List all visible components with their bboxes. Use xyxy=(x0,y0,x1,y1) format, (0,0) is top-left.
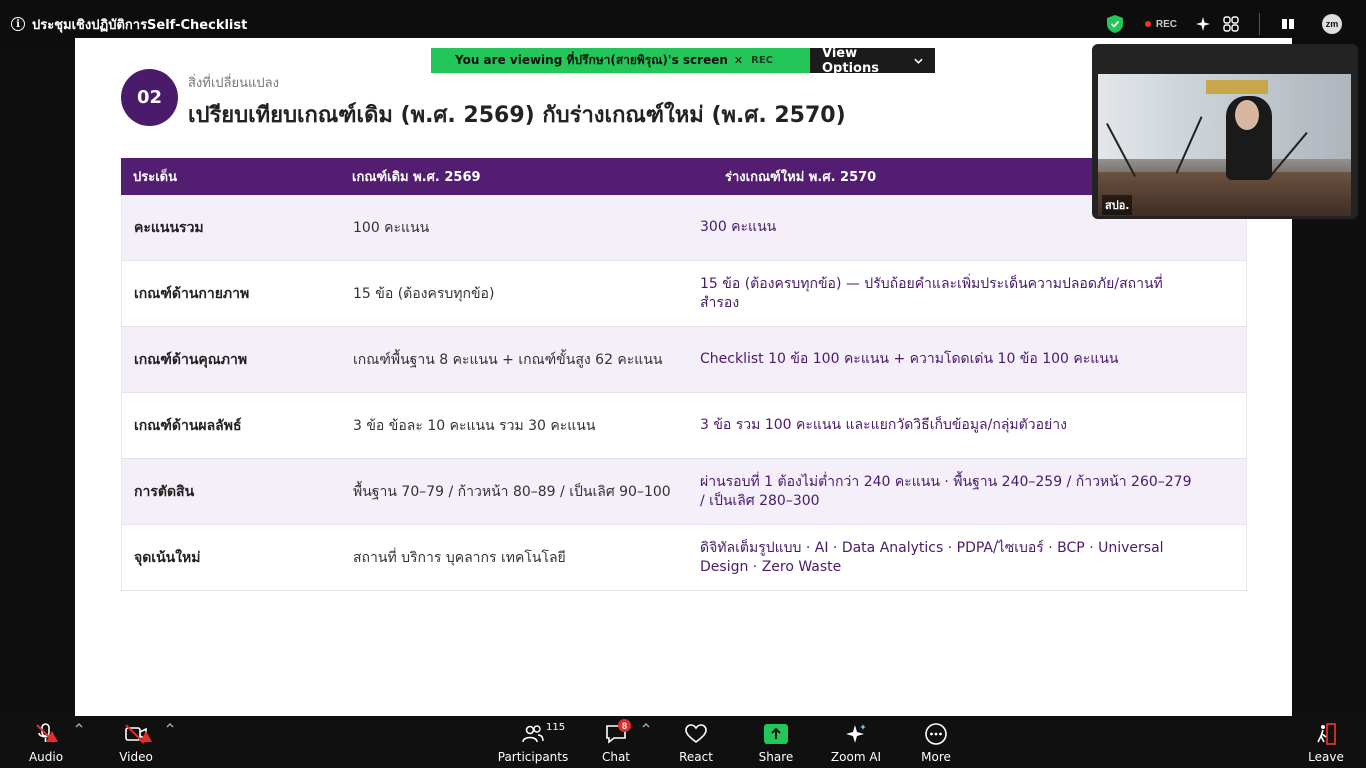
section-label: สิ่งที่เปลี่ยนแปลง xyxy=(188,76,279,91)
row-topic: เกณฑ์ด้านกายภาพ xyxy=(134,285,250,302)
audio-warning-icon xyxy=(46,731,58,742)
video-face xyxy=(1235,100,1259,130)
participant-video xyxy=(1098,74,1351,216)
banner-rec-label: REC xyxy=(751,55,773,66)
participant-name: สปอ. xyxy=(1102,195,1133,215)
info-icon[interactable]: i xyxy=(11,17,25,31)
chat-options-caret-icon[interactable] xyxy=(641,720,651,730)
react-label: React xyxy=(679,750,713,764)
row-topic: จุดเน้นใหม่ xyxy=(134,549,201,566)
row-new-criteria: 3 ข้อ รวม 100 คะแนน และแยกวัดวิธีเก็บข้อ… xyxy=(700,417,1067,433)
video-options-caret-icon[interactable] xyxy=(165,720,175,730)
row-old-criteria: เกณฑ์พื้นฐาน 8 คะแนน + เกณฑ์ขั้นสูง 62 ค… xyxy=(353,351,663,368)
comparison-table: ประเด็น เกณฑ์เดิม พ.ศ. 2569 ร่างเกณฑ์ใหม… xyxy=(121,158,1247,591)
row-old-criteria: 15 ข้อ (ต้องครบทุกข้อ) xyxy=(353,285,495,302)
user-avatar[interactable]: zm xyxy=(1322,14,1342,34)
video-desk xyxy=(1098,172,1351,216)
participants-label: Participants xyxy=(497,750,569,764)
chevron-down-icon xyxy=(914,58,923,64)
more-dots-icon xyxy=(925,723,947,745)
view-options-button[interactable]: View Options xyxy=(810,45,935,76)
viewing-banner: You are viewing ที่ปรึกษา(สายพิรุณ)'s sc… xyxy=(431,45,935,76)
table-row: เกณฑ์ด้านผลลัพธ์ 3 ข้อ ข้อละ 10 คะแนน รว… xyxy=(121,393,1247,459)
view-options-label: View Options xyxy=(822,45,879,76)
video-thumbnail-panel[interactable]: สปอ. xyxy=(1092,44,1358,219)
ai-sparkle-icon xyxy=(846,724,866,743)
row-new-criteria: ดิจิทัลเต็มรูปแบบ · AI · Data Analytics … xyxy=(700,539,1164,575)
share-button[interactable]: Share xyxy=(756,716,796,768)
column-header-old: เกณฑ์เดิม พ.ศ. 2569 xyxy=(352,170,481,185)
zoom-ai-button[interactable]: Zoom AI xyxy=(830,716,882,768)
participants-count: 115 xyxy=(546,722,566,733)
title-bar-divider xyxy=(1259,13,1260,35)
share-label: Share xyxy=(758,750,794,764)
video-warning-icon xyxy=(140,731,152,742)
row-topic: เกณฑ์ด้านคุณภาพ xyxy=(134,351,248,368)
recording-indicator[interactable]: REC xyxy=(1144,18,1177,30)
recording-dot-icon xyxy=(1144,21,1151,27)
video-button[interactable]: Video xyxy=(114,716,158,768)
chat-label: Chat xyxy=(601,750,631,764)
viewing-text: You are viewing ที่ปรึกษา(สายพิรุณ)'s sc… xyxy=(455,53,728,67)
muted-mic-icon: ✕ xyxy=(733,54,744,67)
row-new-criteria: 15 ข้อ (ต้องครบทุกข้อ) — ปรับถ้อยคำและเพ… xyxy=(700,275,1163,311)
recording-label: REC xyxy=(1155,18,1177,30)
table-row: เกณฑ์ด้านคุณภาพ เกณฑ์พื้นฐาน 8 คะแนน + เ… xyxy=(121,327,1247,393)
sparkle-icon[interactable] xyxy=(1195,16,1211,32)
leave-label: Leave xyxy=(1308,750,1344,764)
row-topic: เกณฑ์ด้านผลลัพธ์ xyxy=(134,417,242,434)
security-shield-icon[interactable] xyxy=(1106,15,1123,33)
view-grid-icon[interactable] xyxy=(1280,16,1296,32)
row-new-criteria: 300 คะแนน xyxy=(700,219,777,235)
video-label: Video xyxy=(119,750,153,764)
row-topic: คะแนนรวม xyxy=(134,219,204,236)
row-old-criteria: 3 ข้อ ข้อละ 10 คะแนน รวม 30 คะแนน xyxy=(353,417,596,434)
viewing-status: You are viewing ที่ปรึกษา(สายพิรุณ)'s sc… xyxy=(431,48,810,73)
heart-react-icon xyxy=(685,724,707,744)
leave-door-icon xyxy=(1317,723,1336,745)
row-old-criteria: 100 คะแนน xyxy=(353,219,430,236)
more-button[interactable]: More xyxy=(916,716,956,768)
zoom-meeting-window: i ประชุมเชิงปฏิบัติการSelf-Checklist REC xyxy=(0,0,1366,768)
row-new-criteria: ผ่านรอบที่ 1 ต้องไม่ต่ำกว่า 240 คะแนน · … xyxy=(700,473,1192,509)
audio-button[interactable]: Audio xyxy=(24,716,68,768)
participants-icon xyxy=(522,725,544,743)
section-number-badge: 02 xyxy=(121,69,178,126)
table-row: คะแนนรวม 100 คะแนน 300 คะแนน xyxy=(121,195,1247,261)
column-header-topic: ประเด็น xyxy=(133,170,177,185)
table-header: ประเด็น เกณฑ์เดิม พ.ศ. 2569 ร่างเกณฑ์ใหม… xyxy=(121,158,1247,195)
table-row: การตัดสิน พื้นฐาน 70–79 / ก้าวหน้า 80–89… xyxy=(121,459,1247,525)
table-row: เกณฑ์ด้านกายภาพ 15 ข้อ (ต้องครบทุกข้อ) 1… xyxy=(121,261,1247,327)
meeting-title: ประชุมเชิงปฏิบัติการSelf-Checklist xyxy=(32,17,248,33)
row-old-criteria: พื้นฐาน 70–79 / ก้าวหน้า 80–89 / เป็นเลิ… xyxy=(353,483,671,500)
zoom-ai-label: Zoom AI xyxy=(830,750,882,764)
react-button[interactable]: React xyxy=(676,716,716,768)
chat-unread-badge: 8 xyxy=(618,719,631,732)
gallery-layout-icon[interactable] xyxy=(1223,16,1239,32)
audio-options-caret-icon[interactable] xyxy=(74,720,84,730)
leave-button[interactable]: Leave xyxy=(1306,716,1346,768)
audio-label: Audio xyxy=(28,750,64,764)
meeting-toolbar: Audio Video Participants Chat React Shar… xyxy=(0,716,1366,768)
table-row: จุดเน้นใหม่ สถานที่ บริการ บุคลากร เทคโน… xyxy=(121,525,1247,591)
more-label: More xyxy=(921,750,951,764)
row-old-criteria: สถานที่ บริการ บุคลากร เทคโนโลยี xyxy=(353,549,566,566)
row-new-criteria: Checklist 10 ข้อ 100 คะแนน + ความโดดเด่น… xyxy=(700,351,1119,367)
slide-title: เปรียบเทียบเกณฑ์เดิม (พ.ศ. 2569) กับร่าง… xyxy=(188,103,846,128)
share-screen-icon xyxy=(764,724,788,744)
video-picture-frame xyxy=(1206,80,1268,94)
row-topic: การตัดสิน xyxy=(134,483,195,500)
